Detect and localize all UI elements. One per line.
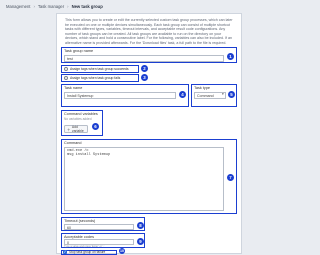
task-group-name-label: Task group name [64, 49, 94, 53]
new-task-group-form: This form allows you to create or edit t… [56, 13, 242, 255]
annotation-badge-2: 2 [141, 65, 148, 72]
task-type-label: Task type [194, 86, 211, 90]
task-name-label: Task name [64, 86, 83, 90]
breadcrumb-task-manager[interactable]: Task manager [38, 4, 64, 9]
form-description: This form allows you to create or edit t… [65, 18, 233, 45]
task-group-name-input[interactable]: test [64, 54, 224, 62]
breadcrumb-management[interactable]: Management [6, 4, 30, 9]
assign-tags-fail-radio[interactable] [64, 76, 68, 81]
annotation-badge-3: 3 [141, 74, 148, 81]
task-name-section: Task name Install Systemup 4 [61, 84, 189, 107]
annotation-badge-7: 7 [227, 174, 234, 181]
plus-icon: ＋ [67, 127, 71, 132]
timeout-input[interactable]: 60 [64, 223, 134, 230]
annotation-badge-6: 6 [92, 123, 99, 130]
annotation-badge-4: 4 [179, 91, 186, 98]
annotation-badge-1: 1 [227, 53, 234, 60]
annotation-badge-5: 5 [228, 91, 235, 98]
chevron-down-icon: ▾ [222, 92, 224, 96]
breadcrumb-separator: › [67, 3, 69, 9]
task-type-section: Task type Command ▾ 5 [191, 84, 237, 107]
command-variables-label: Command variables [64, 112, 98, 116]
timeout-section: Timeout (seconds) 60 8 [61, 217, 145, 231]
assign-tags-success-option[interactable]: Assign tags when task group succeeds [61, 65, 139, 73]
annotation-badge-10: 10 [119, 248, 125, 254]
command-variables-section: Command variables No variables added ＋ A… [61, 110, 103, 136]
acceptable-codes-label: Acceptable codes [64, 234, 94, 239]
annotation-badge-8: 8 [137, 222, 144, 229]
command-label: Command [64, 141, 82, 145]
acceptable-codes-section: Acceptable codes 0 Type a value and pres… [61, 233, 145, 248]
breadcrumb-current: New task group [71, 3, 103, 9]
checkmark-icon[interactable]: ✓ [63, 249, 67, 254]
assign-tags-success-label: Assign tags when task group succeeds [70, 67, 129, 71]
breadcrumb-separator: › [33, 3, 35, 9]
assign-tags-fail-label: Assign tags when task group fails [70, 76, 121, 80]
task-name-input[interactable]: Install Systemup [64, 91, 176, 99]
assign-tags-fail-option[interactable]: Assign tags when task group fails [61, 74, 139, 82]
assign-tags-success-radio[interactable] [64, 67, 68, 72]
annotation-badge-9: 9 [137, 238, 144, 245]
breadcrumb: Management › Task manager › New task gro… [0, 0, 300, 12]
acceptable-codes-hint: Type a value and press 'Enter' or ',' [64, 245, 105, 248]
command-variables-hint: No variables added [64, 117, 92, 121]
command-section: Command cmd.exe /c msg install Systemup 7 [61, 139, 237, 214]
timeout-label: Timeout (seconds) [64, 218, 96, 223]
add-variable-button[interactable]: ＋ Add variable [64, 125, 88, 133]
command-line: msg install Systemup [67, 152, 111, 157]
command-textarea[interactable]: cmd.exe /c msg install Systemup [64, 146, 224, 211]
task-group-name-section: Task group name test 1 [61, 47, 237, 63]
add-variable-label: Add variable [71, 125, 84, 133]
